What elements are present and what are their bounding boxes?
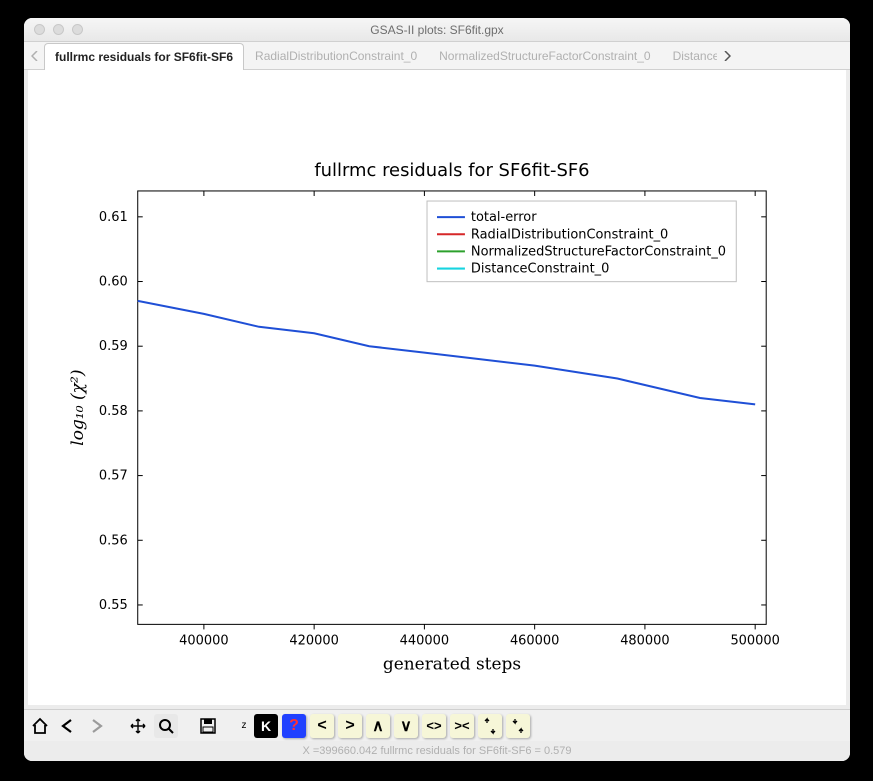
svg-text:480000: 480000 xyxy=(620,633,669,648)
svg-text:400000: 400000 xyxy=(179,633,228,648)
k-button[interactable]: K xyxy=(254,714,278,738)
tab-radial-dist[interactable]: RadialDistributionConstraint_0 xyxy=(244,42,428,69)
home-button[interactable] xyxy=(28,714,52,738)
shrink-h-button[interactable]: >< xyxy=(450,714,474,738)
tab-distance[interactable]: Distance xyxy=(662,42,718,69)
expand-h-button[interactable]: <> xyxy=(422,714,446,738)
svg-text:0.61: 0.61 xyxy=(99,210,128,225)
tab-label: RadialDistributionConstraint_0 xyxy=(255,49,417,63)
app-window: GSAS-II plots: SF6fit.gpx fullrmc residu… xyxy=(24,18,850,761)
tab-bar: fullrmc residuals for SF6fit-SF6 RadialD… xyxy=(24,42,850,70)
svg-text:0.59: 0.59 xyxy=(99,339,128,354)
tab-label: fullrmc residuals for SF6fit-SF6 xyxy=(55,50,233,64)
shrink-v-button[interactable] xyxy=(506,714,530,738)
pan-button[interactable] xyxy=(126,714,150,738)
svg-text:RadialDistributionConstraint_0: RadialDistributionConstraint_0 xyxy=(471,227,668,242)
svg-text:NormalizedStructureFactorConst: NormalizedStructureFactorConstraint_0 xyxy=(471,244,726,259)
svg-text:460000: 460000 xyxy=(510,633,559,648)
expand-v-button[interactable] xyxy=(478,714,502,738)
window-controls xyxy=(34,24,83,35)
svg-text:0.60: 0.60 xyxy=(99,274,128,289)
window-title: GSAS-II plots: SF6fit.gpx xyxy=(370,23,503,37)
svg-text:500000: 500000 xyxy=(730,633,779,648)
z-button[interactable]: z xyxy=(238,714,250,738)
svg-text:fullrmc residuals for SF6fit-S: fullrmc residuals for SF6fit-SF6 xyxy=(314,160,589,181)
back-button[interactable] xyxy=(56,714,80,738)
right-button[interactable]: > xyxy=(338,714,362,738)
svg-text:total-error: total-error xyxy=(471,210,537,225)
tab-scroll-left[interactable] xyxy=(26,42,44,69)
svg-text:0.58: 0.58 xyxy=(99,404,128,419)
svg-text:440000: 440000 xyxy=(400,633,449,648)
left-button[interactable]: < xyxy=(310,714,334,738)
tab-norm-struct[interactable]: NormalizedStructureFactorConstraint_0 xyxy=(428,42,661,69)
zoom-button[interactable] xyxy=(154,714,178,738)
status-bar: X =399660.042 fullrmc residuals for SF6f… xyxy=(24,741,850,761)
tab-label: NormalizedStructureFactorConstraint_0 xyxy=(439,49,650,63)
close-icon[interactable] xyxy=(34,24,45,35)
tab-label: Distance xyxy=(673,49,718,63)
svg-text:0.56: 0.56 xyxy=(99,533,128,548)
svg-text:generated steps: generated steps xyxy=(383,655,521,675)
tab-scroll-right[interactable] xyxy=(718,42,736,69)
titlebar: GSAS-II plots: SF6fit.gpx xyxy=(24,18,850,42)
help-button[interactable]: ? xyxy=(282,714,306,738)
svg-text:log₁₀ (χ²): log₁₀ (χ²) xyxy=(68,369,88,446)
status-text: X =399660.042 fullrmc residuals for SF6f… xyxy=(302,745,571,757)
svg-text:DistanceConstraint_0: DistanceConstraint_0 xyxy=(471,262,609,277)
svg-text:420000: 420000 xyxy=(289,633,338,648)
forward-button[interactable] xyxy=(84,714,108,738)
plot-canvas[interactable]: fullrmc residuals for SF6fit-SF6 400000 42… xyxy=(28,70,846,705)
up-button[interactable]: ∧ xyxy=(366,714,390,738)
tab-residuals[interactable]: fullrmc residuals for SF6fit-SF6 xyxy=(44,43,244,70)
plot-toolbar: z K ? < > ∧ ∨ <> >< xyxy=(24,709,850,741)
down-button[interactable]: ∨ xyxy=(394,714,418,738)
svg-text:0.55: 0.55 xyxy=(99,598,128,613)
maximize-icon[interactable] xyxy=(72,24,83,35)
save-button[interactable] xyxy=(196,714,220,738)
minimize-icon[interactable] xyxy=(53,24,64,35)
svg-text:0.57: 0.57 xyxy=(99,469,128,484)
